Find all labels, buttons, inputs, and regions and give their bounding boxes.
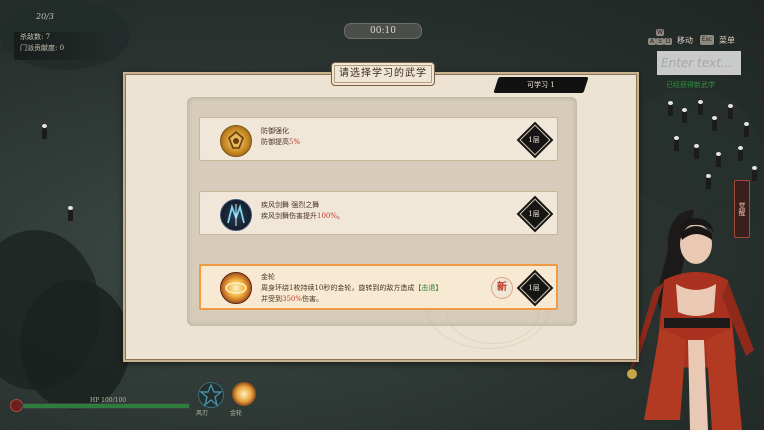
skill-description-line2: 并受到350%伤害。: [261, 295, 324, 303]
wind-sword-icon: [220, 199, 252, 231]
enemy-soldier: [698, 100, 703, 115]
chat-input[interactable]: [657, 51, 741, 75]
enemy-soldier: [744, 122, 749, 137]
skill-label: 风刃: [196, 410, 209, 417]
skill-description: 防御提高5%: [261, 138, 301, 146]
enemy-soldier: [42, 124, 47, 139]
enemy-soldier: [674, 136, 679, 151]
skill-name: 防御强化: [261, 127, 289, 135]
health-fill: [23, 404, 189, 408]
skill-option-text: 疾风剑舞 强烈之舞 疾风剑舞伤害提升100%。: [261, 200, 344, 222]
star-icon[interactable]: [198, 382, 224, 408]
key-a: A: [648, 38, 656, 45]
kill-count: 杀敌数: 7: [20, 33, 51, 41]
golden-wheel-icon[interactable]: [232, 382, 256, 406]
golden-wheel-icon: [220, 272, 252, 304]
learnable-count-text: 可学习 1: [527, 81, 555, 89]
match-timer: 00:10: [344, 23, 422, 39]
skill-value: 100%: [317, 212, 338, 220]
enemy-soldier: [752, 166, 757, 181]
skill-option-text: 金轮 周身环绕1枚持续10秒的金轮，旋转到的敌方造成【击退】 并受到350%伤害…: [261, 272, 442, 305]
skill-description: 疾风剑舞伤害提升100%。: [261, 212, 345, 220]
enemy-soldier: [68, 206, 73, 221]
enemy-soldier: [694, 144, 699, 159]
enemy-soldier: [668, 101, 673, 116]
new-skill-icon: 新: [491, 277, 513, 299]
key-s: S: [656, 38, 664, 45]
key-esc: Esc: [700, 35, 714, 45]
enemy-soldier: [682, 108, 687, 123]
enemy-soldier: [738, 146, 743, 161]
skill-value: 350%: [282, 295, 303, 303]
skill-effect-tag: 【击退】: [414, 284, 443, 292]
key-w: W: [656, 29, 664, 36]
defense-emblem-icon: [220, 125, 252, 157]
skill-option-card[interactable]: 防御强化 防御提高5% 1层: [199, 117, 558, 161]
enemy-soldier: [716, 152, 721, 167]
level-text: 1层: [528, 284, 540, 292]
skill-option-card-selected[interactable]: 金轮 周身环绕1枚持续10秒的金轮，旋转到的敌方造成【击退】 并受到350%伤害…: [199, 264, 558, 310]
health-bar: HP 100/100: [10, 397, 190, 412]
health-text: HP 100/100: [90, 397, 127, 404]
skill-label: 金轮: [230, 410, 243, 417]
notification-text: 已经获得新武学: [666, 81, 715, 89]
enemy-soldier: [728, 104, 733, 119]
key-d: D: [664, 38, 672, 45]
skill-option-text: 防御强化 防御提高5%: [261, 126, 300, 148]
skill-name: 疾风剑舞 强烈之舞: [261, 201, 320, 209]
level-indicator: 20/3: [36, 12, 54, 21]
dialog-title: 请选择学习的武学: [331, 62, 435, 86]
sect-contribution: 门派贡献度: 0: [20, 44, 65, 52]
skill-description: 周身环绕1枚持续10秒的金轮，旋转到的敌方造成【击退】: [261, 284, 443, 292]
wasd-keys-icon: W A S D: [648, 29, 672, 47]
move-label: 移动: [677, 35, 693, 45]
skill-name: 金轮: [261, 273, 275, 281]
level-text: 1层: [528, 210, 540, 218]
learnable-count-tag: 可学习 1: [493, 77, 589, 93]
enemy-soldier: [712, 116, 717, 131]
background-tree: [20, 280, 130, 410]
enemy-soldier: [706, 174, 711, 189]
controls-hint: W A S D 移动 Esc 菜单: [648, 29, 739, 47]
level-text: 1层: [528, 136, 540, 144]
skill-option-card[interactable]: 疾风剑舞 强烈之舞 疾风剑舞伤害提升100%。 1层: [199, 191, 558, 235]
skill-value: 5%: [289, 138, 301, 146]
awaken-banner: 觉醒: [734, 180, 750, 238]
stats-panel: 杀敌数: 7 门派贡献度: 0: [14, 32, 114, 60]
menu-label: 菜单: [719, 35, 735, 45]
